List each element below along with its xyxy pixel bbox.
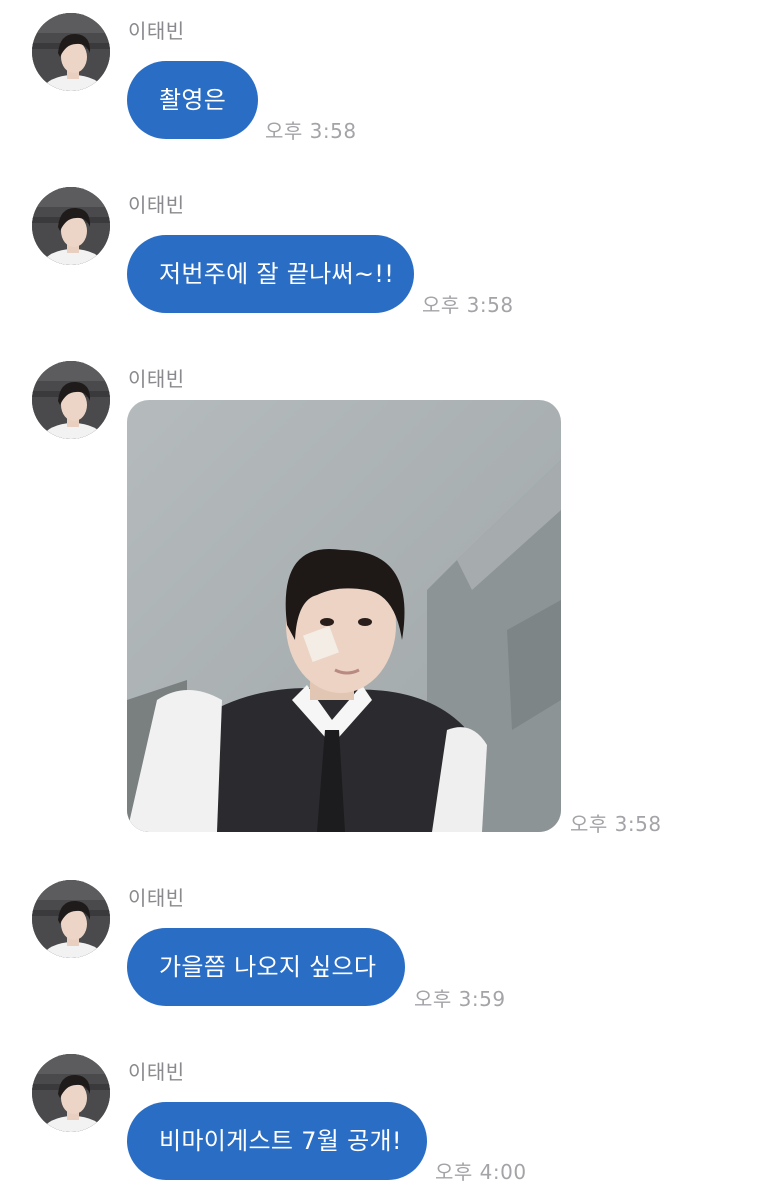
avatar[interactable] [32,361,110,439]
sender-name: 이태빈 [128,886,185,910]
timestamp: 오후 3:58 [265,119,357,143]
sender-name: 이태빈 [128,367,185,391]
timestamp: 오후 3:59 [414,987,506,1011]
message-bubble[interactable]: 가을쯤 나오지 싶으다 [127,928,405,1006]
timestamp: 오후 3:58 [422,293,514,317]
sender-name: 이태빈 [128,19,185,43]
timestamp: 오후 4:00 [435,1160,527,1184]
selfie-photo[interactable] [127,400,561,832]
avatar[interactable] [32,13,110,91]
message-bubble[interactable]: 촬영은 [127,61,258,139]
message-bubble[interactable]: 저번주에 잘 끝나써~!! [127,235,414,313]
message-bubble[interactable]: 비마이게스트 7월 공개! [127,1102,427,1180]
timestamp: 오후 3:58 [570,812,662,836]
avatar[interactable] [32,1054,110,1132]
avatar[interactable] [32,880,110,958]
sender-name: 이태빈 [128,1060,185,1084]
avatar[interactable] [32,187,110,265]
sender-name: 이태빈 [128,193,185,217]
